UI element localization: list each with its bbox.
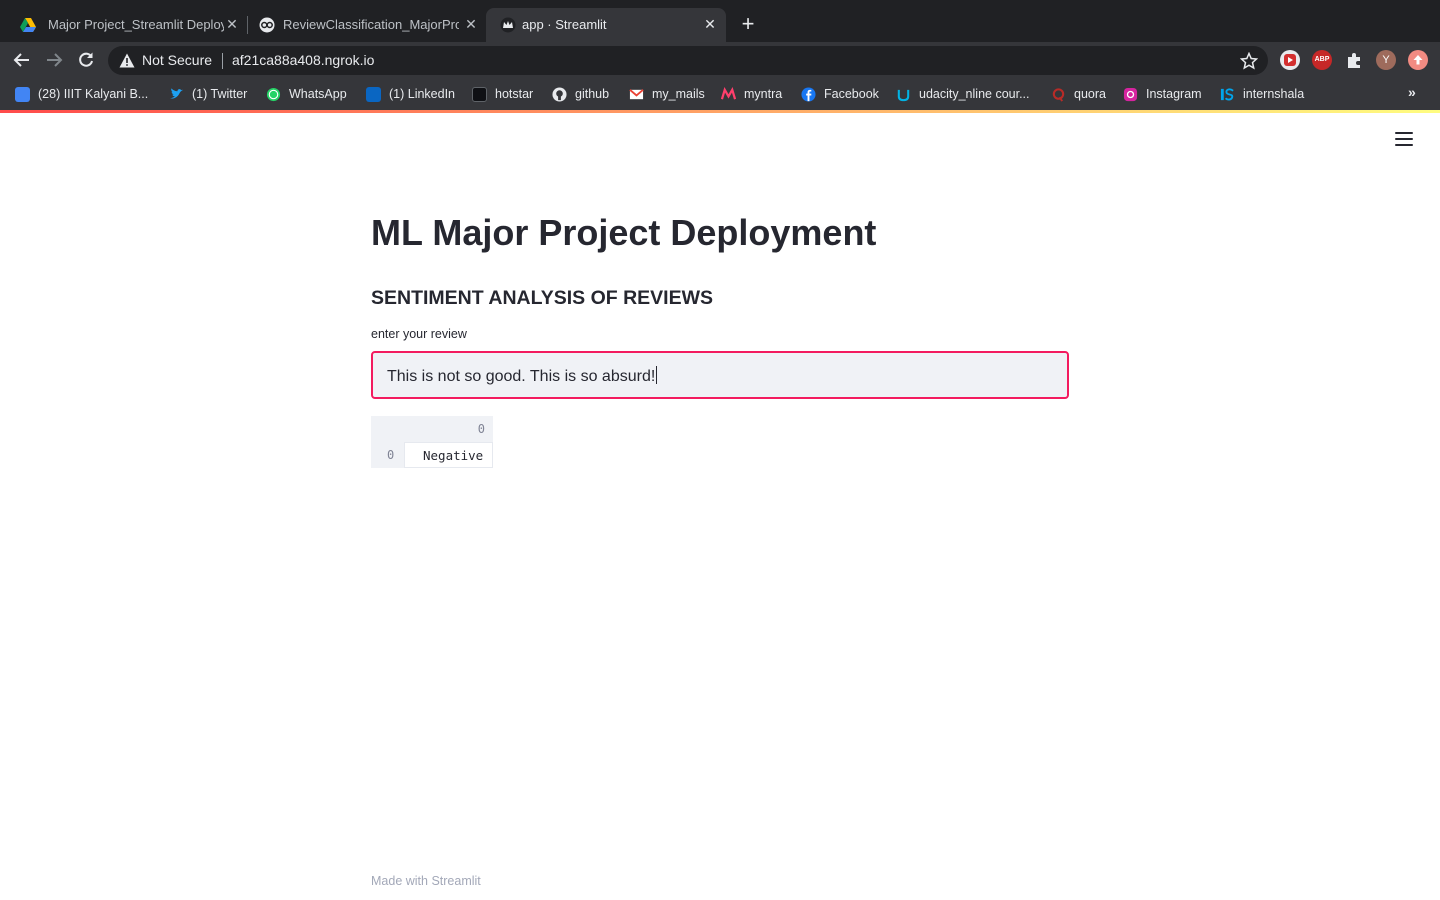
bookmark-label: (28) IIIT Kalyani B...	[38, 87, 149, 101]
bookmarks-overflow-icon[interactable]: »	[1408, 84, 1416, 100]
reload-icon[interactable]	[76, 50, 96, 70]
bookmark-item[interactable]: myntra	[721, 85, 782, 103]
update-icon[interactable]	[1408, 50, 1428, 70]
omnibox-divider	[222, 53, 223, 69]
colab-icon	[259, 17, 275, 33]
security-indicator[interactable]: Not Secure	[142, 52, 212, 68]
bookmark-item[interactable]: quora	[1051, 85, 1106, 103]
tab-colab[interactable]: ReviewClassification_MajorProj ✕	[246, 8, 486, 42]
hamburger-menu-icon[interactable]	[1395, 132, 1413, 148]
text-caret	[656, 366, 658, 384]
screencast-ext-icon[interactable]	[1280, 50, 1300, 70]
back-arrow-icon[interactable]	[12, 50, 32, 70]
udacity-icon	[897, 89, 910, 101]
whatsapp-icon	[266, 87, 281, 101]
bookmark-label: internshala	[1243, 87, 1305, 101]
bookmark-label: my_mails	[652, 87, 705, 101]
bookmark-item[interactable]: (1) Twitter	[169, 85, 247, 103]
puzzle-extensions-icon[interactable]	[1344, 50, 1364, 70]
tab-streamlit-active[interactable]: app · Streamlit ✕	[486, 8, 726, 42]
dataframe-row-index: 0	[371, 442, 404, 468]
dataframe-column-header: 0	[404, 416, 493, 442]
address-bar[interactable]: Not Secure af21ca88a408.ngrok.io	[108, 46, 1268, 75]
review-text-input[interactable]: This is not so good. This is so absurd!	[371, 351, 1069, 399]
linkedin-icon	[366, 86, 381, 102]
bookmark-label: hotstar	[495, 87, 534, 101]
google-drive-icon	[20, 18, 36, 32]
forward-arrow-icon[interactable]	[44, 50, 64, 70]
prediction-dataframe: 0 0 Negative	[371, 416, 493, 468]
bookmark-item[interactable]: (1) LinkedIn	[366, 85, 455, 103]
streamlit-crown-icon	[500, 17, 516, 33]
bookmark-label: github	[575, 87, 610, 101]
bookmark-label: WhatsApp	[289, 87, 347, 101]
dataframe-corner-cell	[371, 416, 404, 442]
tab-title: Major Project_Streamlit Deploy	[48, 17, 224, 32]
warning-icon	[119, 53, 135, 68]
bookmark-item[interactable]: Facebook	[801, 85, 879, 103]
bookmark-item[interactable]: WhatsApp	[266, 85, 347, 103]
bookmark-label: (1) Twitter	[192, 87, 248, 101]
tab-close-icon[interactable]: ✕	[700, 14, 720, 34]
tab-close-icon[interactable]: ✕	[461, 14, 481, 34]
bookmark-item[interactable]: internshala	[1220, 85, 1304, 103]
bookmark-item[interactable]: Instagram	[1123, 85, 1202, 103]
tab-title: ReviewClassification_MajorProj	[283, 17, 459, 32]
bookmark-item[interactable]: udacity_nline cour...	[896, 85, 1030, 103]
quora-icon	[1052, 87, 1065, 102]
bookmark-item[interactable]: github	[552, 85, 609, 103]
profile-avatar-icon[interactable]: Y	[1376, 50, 1396, 70]
adblock-plus-icon[interactable]: ABP	[1312, 50, 1332, 70]
bookmark-label: (1) LinkedIn	[389, 87, 456, 101]
instagram-icon	[1123, 87, 1138, 101]
url-text[interactable]: af21ca88a408.ngrok.io	[232, 52, 374, 68]
bookmark-item[interactable]: (28) IIIT Kalyani B...	[15, 85, 148, 103]
tab-drive[interactable]: Major Project_Streamlit Deploy ✕	[6, 8, 246, 42]
page-title: ML Major Project Deployment	[371, 212, 877, 253]
page-subheader: SENTIMENT ANALYSIS OF REVIEWS	[371, 287, 714, 309]
twitter-icon	[169, 87, 184, 98]
bookmark-item[interactable]: hotstar	[472, 85, 533, 103]
review-input-label: enter your review	[371, 327, 467, 341]
tab-strip: Major Project_Streamlit Deploy ✕ ReviewC…	[0, 0, 1440, 42]
bookmarks-bar: (28) IIIT Kalyani B... (1) Twitter Whats…	[0, 78, 1440, 110]
github-icon	[552, 86, 567, 102]
bookmark-label: Instagram	[1146, 87, 1202, 101]
new-tab-button[interactable]: +	[737, 13, 759, 36]
facebook-icon	[801, 86, 816, 102]
browser-toolbar: Not Secure af21ca88a408.ngrok.io	[0, 42, 1440, 78]
bookmark-label: Facebook	[824, 87, 879, 101]
tab-close-icon[interactable]: ✕	[222, 14, 242, 34]
gmail-icon	[629, 88, 644, 99]
tab-title: app · Streamlit	[522, 17, 607, 32]
bookmark-label: quora	[1074, 87, 1106, 101]
made-with-streamlit-footer[interactable]: Made with Streamlit	[371, 874, 481, 888]
bookmark-label: udacity_nline cour...	[919, 87, 1030, 101]
chat-icon	[15, 86, 30, 102]
bookmark-item[interactable]: my_mails	[629, 85, 705, 103]
internshala-icon	[1220, 87, 1234, 100]
streamlit-decoration-bar	[0, 110, 1440, 113]
bookmark-label: myntra	[744, 87, 783, 101]
review-input-value: This is not so good. This is so absurd!	[387, 368, 656, 385]
hotstar-icon	[472, 86, 487, 102]
bookmark-star-icon[interactable]	[1240, 52, 1258, 70]
myntra-icon	[721, 86, 736, 100]
prediction-cell[interactable]: Negative	[404, 442, 493, 468]
